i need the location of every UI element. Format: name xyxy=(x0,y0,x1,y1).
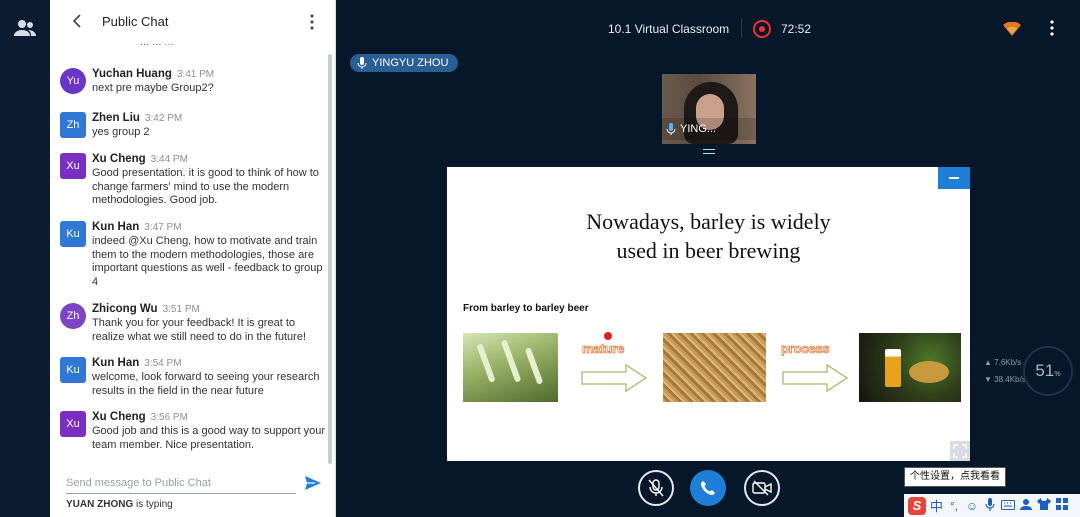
message-author: Zhicong Wu 3:51 PM xyxy=(92,303,200,315)
mute-microphone-button[interactable] xyxy=(638,470,674,506)
microphone-icon xyxy=(666,123,676,135)
connection-status[interactable] xyxy=(1003,21,1021,36)
slide-subtitle: From barley to barley beer xyxy=(463,303,589,314)
chat-menu-button[interactable] xyxy=(302,12,322,32)
message-author: Zhen Liu 3:42 PM xyxy=(92,112,183,124)
message-time: 3:42 PM xyxy=(144,113,183,124)
users-button[interactable] xyxy=(0,6,50,50)
resize-handle[interactable] xyxy=(703,149,715,154)
message-author: Yuchan Huang 3:41 PM xyxy=(92,68,215,80)
slide-title: Nowadays, barley is widely used in beer … xyxy=(586,209,831,263)
chat-title: Public Chat xyxy=(102,14,169,29)
avatar: Zh xyxy=(60,303,86,329)
arrow-right-icon xyxy=(782,363,849,393)
avatar: Ku xyxy=(60,357,86,383)
microphone-icon[interactable] xyxy=(983,497,997,514)
skin-icon[interactable] xyxy=(1037,498,1052,513)
message-time: 3:54 PM xyxy=(144,358,182,369)
beer-image xyxy=(859,333,961,402)
meeting-title: 10.1 Virtual Classroom xyxy=(608,22,730,36)
keyboard-icon[interactable] xyxy=(1001,499,1016,513)
message-author: Kun Han 3:54 PM xyxy=(92,357,182,369)
leave-audio-button[interactable] xyxy=(690,470,726,506)
message-time: 3:51 PM xyxy=(162,304,200,315)
grid-icon[interactable] xyxy=(1055,498,1069,513)
ime-language-toggle[interactable]: 中 xyxy=(930,496,943,515)
left-rail xyxy=(0,0,336,517)
phone-icon xyxy=(701,481,715,495)
minimize-presentation-button[interactable] xyxy=(938,167,970,189)
message-time: 3:56 PM xyxy=(150,412,188,423)
partial-message: ... ... ... xyxy=(140,44,260,52)
message-text: indeed @Xu Cheng, how to motivate and tr… xyxy=(92,235,323,288)
microphone-icon xyxy=(357,57,367,69)
more-vertical-icon xyxy=(1050,20,1054,36)
speaker-name: YINGYU ZHOU xyxy=(372,57,449,69)
active-speaker-badge: YINGYU ZHOU xyxy=(350,54,459,72)
step-label-mature: mature xyxy=(582,341,625,357)
chat-scrollbar[interactable] xyxy=(328,54,332,464)
message-time: 3:44 PM xyxy=(150,154,188,165)
avatar: Ku xyxy=(60,221,86,247)
upload-rate: ▲ 7.6Kb/s xyxy=(984,358,1022,367)
video-label: YING... xyxy=(662,118,756,140)
settings-menu-button[interactable] xyxy=(1042,18,1062,38)
chat-panel: Public Chat ... ... ... Yu Yuchan Huang3… xyxy=(50,0,336,517)
typing-indicator: YUAN ZHONG is typing xyxy=(66,499,173,510)
send-button[interactable] xyxy=(304,474,322,492)
grain-image xyxy=(663,333,766,402)
message-text: Thank you for your feedback! It is great… xyxy=(92,317,307,343)
users-icon xyxy=(14,20,36,36)
message-text: yes group 2 xyxy=(92,126,150,138)
microphone-off-icon xyxy=(648,479,664,497)
toggle-camera-button[interactable] xyxy=(744,470,780,506)
chevron-left-icon xyxy=(72,14,81,28)
message-list[interactable]: ... ... ... Yu Yuchan Huang3:41 PM next … xyxy=(50,44,336,459)
more-vertical-icon xyxy=(310,14,314,30)
message-text: Good presentation. it is good to think o… xyxy=(92,167,319,206)
presentation-slide: Nowadays, barley is widely used in beer … xyxy=(447,167,970,461)
participant-video[interactable]: YING... xyxy=(662,74,756,144)
user-icon[interactable] xyxy=(1019,498,1033,513)
emoji-icon[interactable]: ☺ xyxy=(965,499,979,513)
back-button[interactable] xyxy=(72,12,88,32)
record-icon[interactable] xyxy=(753,20,771,38)
laser-pointer xyxy=(604,332,612,340)
wifi-signal-icon xyxy=(1003,21,1021,36)
fullscreen-button[interactable] xyxy=(950,441,970,461)
avatar: Yu xyxy=(60,68,86,94)
topbar-divider xyxy=(741,18,742,38)
message-text: welcome, look forward to seeing your res… xyxy=(92,371,320,397)
meeting-timer: 72:52 xyxy=(781,22,812,36)
ime-toolbar[interactable]: S 中 °, ☺ xyxy=(904,494,1080,517)
message-time: 3:41 PM xyxy=(176,69,215,80)
message-author: Kun Han 3:47 PM xyxy=(92,221,182,233)
arrow-right-icon xyxy=(581,363,648,393)
message-text: Good job and this is a good way to suppo… xyxy=(92,425,325,451)
app-window: Public Chat ... ... ... Yu Yuchan Huang3… xyxy=(0,0,1080,517)
avatar: Xu xyxy=(60,153,86,179)
expand-icon xyxy=(953,444,967,458)
message-author: Xu Cheng 3:44 PM xyxy=(92,153,188,165)
ime-punctuation-toggle[interactable]: °, xyxy=(947,499,961,513)
ime-logo-icon[interactable]: S xyxy=(908,496,926,515)
message-author: Xu Cheng 3:56 PM xyxy=(92,411,188,423)
ime-tooltip: 个性设置，点我看看 xyxy=(904,467,1006,487)
download-rate: ▼ 38.4Kb/s xyxy=(984,375,1026,384)
chat-header: Public Chat xyxy=(50,0,336,44)
avatar: Zh xyxy=(60,112,86,138)
cpu-gauge: 51% xyxy=(1023,346,1073,396)
send-icon xyxy=(305,476,321,490)
chat-message-input[interactable] xyxy=(66,472,296,494)
message-time: 3:47 PM xyxy=(144,222,182,233)
step-label-process: process xyxy=(781,341,830,357)
message-text: next pre maybe Group2? xyxy=(92,82,214,94)
avatar: Xu xyxy=(60,411,86,437)
barley-image xyxy=(463,333,558,402)
camera-off-icon xyxy=(752,480,772,496)
